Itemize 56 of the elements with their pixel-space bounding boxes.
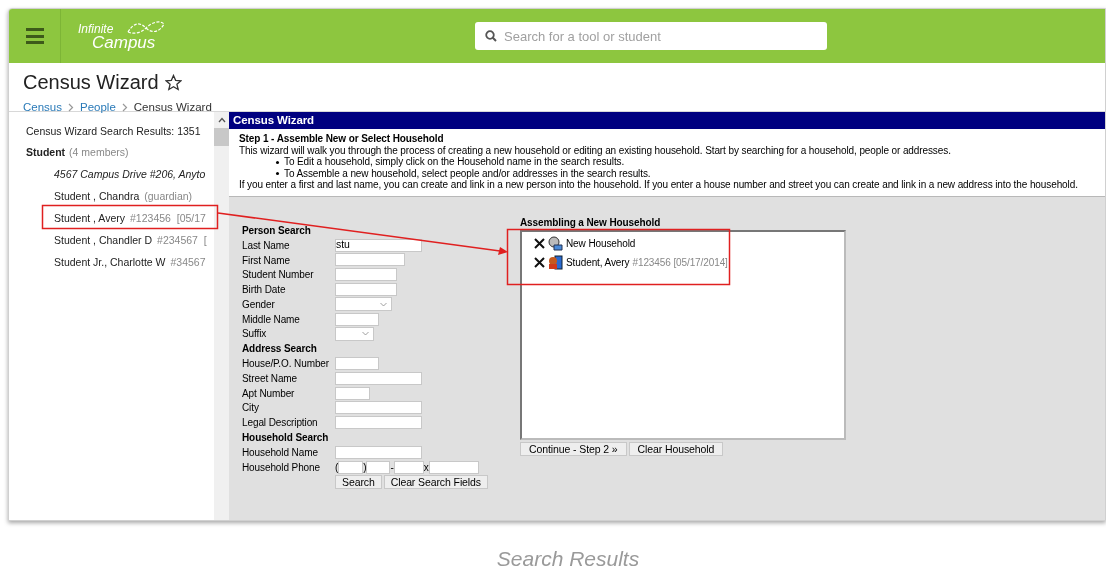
field-label: House/P.O. Number <box>242 357 331 372</box>
field-label: Household Phone <box>242 460 321 475</box>
household-heading: Assembling a New Household <box>520 217 662 229</box>
phone-separator: ( <box>335 460 339 475</box>
page-title: Census Wizard <box>23 70 159 95</box>
member-name: Student, Avery <box>566 256 630 270</box>
section-heading: Address Search <box>242 342 317 357</box>
search-field[interactable]: Search for a tool or student <box>475 22 827 50</box>
bullet-text: To Assemble a new household, select people and/or addresses in the search results. <box>284 167 651 179</box>
field-label: Middle Name <box>242 312 301 327</box>
person-detail: (guardian) <box>144 189 193 205</box>
field-label: First Name <box>242 253 291 268</box>
logo-text: Campus <box>92 33 156 54</box>
breadcrumb-link[interactable]: Census <box>23 99 62 117</box>
results-heading: Census Wizard Search Results: 1351 <box>26 124 202 139</box>
field-label: City <box>242 401 260 416</box>
field-label: Suffix <box>242 327 268 342</box>
member-name: New Household <box>566 237 636 251</box>
logo-text: Infinite <box>78 21 114 36</box>
section-heading: Person Search <box>242 223 311 238</box>
field-label: Last Name <box>242 238 291 253</box>
note-text: If you enter a first and last name, you can create and link in a new person into the household. If you enter a house number and street you can create and link in a new address into the household. <box>239 179 1079 191</box>
field-label: Birth Date <box>242 283 287 298</box>
field-label: Household Name <box>242 445 319 460</box>
address-link[interactable]: 4567 Campus Drive #206, Anyto <box>54 167 206 183</box>
field-label: Legal Description <box>242 416 319 431</box>
member-detail: #123456 [05/17/2014] <box>632 256 728 270</box>
phone-separator: ) <box>363 460 367 475</box>
field-label: Gender <box>242 297 276 312</box>
step-title: Step 1 - Assemble New or Select Household <box>239 133 445 145</box>
bullet-text: To Edit a household, simply click on the Household name in the search results. <box>284 156 625 168</box>
person-name[interactable]: Student , Chandra <box>54 189 140 205</box>
group-name[interactable]: Student <box>26 145 66 161</box>
intro-text: This wizard will walk you through the process of creating a new household or editing an existing household. Start by searching for a household, people or addresses. <box>239 144 952 156</box>
person-detail: #234567 [ <box>157 233 207 249</box>
member-count: (4 members) <box>69 145 129 161</box>
phone-separator: x <box>423 460 429 475</box>
phone-separator: - <box>390 460 394 475</box>
field-label: Apt Number <box>242 386 296 401</box>
form-button[interactable]: Clear Search Fields <box>383 474 488 489</box>
field-label: Student Number <box>242 268 315 283</box>
person-name[interactable]: Student Jr., Charlotte W <box>54 255 166 271</box>
household-button[interactable]: Clear Household <box>628 442 724 456</box>
field-label: Street Name <box>242 371 299 386</box>
wizard-title-bar: Census Wizard <box>229 112 1105 129</box>
caption: Search Results <box>495 546 641 572</box>
breadcrumb-current: Census Wizard <box>133 100 212 115</box>
person-name[interactable]: Student , Avery <box>54 211 126 227</box>
text-field[interactable]: stu <box>335 238 422 252</box>
person-detail: #34567 <box>170 255 206 271</box>
form-button[interactable]: Search <box>335 474 382 489</box>
section-heading: Household Search <box>242 431 329 446</box>
person-name[interactable]: Student , Chandler D <box>54 233 153 249</box>
person-detail: #123456 [05/17 <box>130 211 206 227</box>
household-button[interactable]: Continue - Step 2 » <box>520 442 627 456</box>
breadcrumb-link[interactable]: People <box>80 99 116 117</box>
